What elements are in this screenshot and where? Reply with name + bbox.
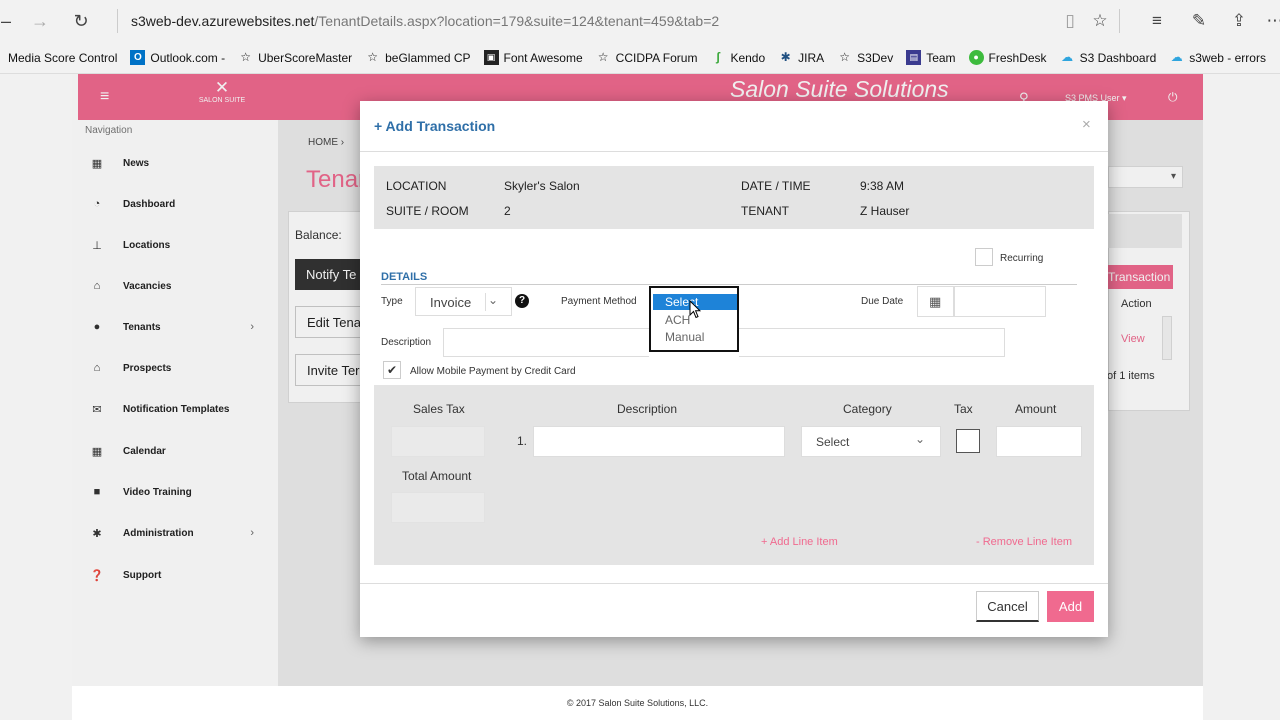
favorite-star-icon[interactable]: ☆	[1088, 9, 1112, 33]
suite-value: 2	[504, 204, 511, 218]
help-icon[interactable]: ?	[515, 294, 529, 308]
cloud-icon: ☁	[1061, 50, 1074, 64]
fav-team[interactable]: ▤ Team	[906, 50, 956, 65]
tax-header: Tax	[954, 402, 973, 416]
fav-s3web-errors[interactable]: ☁ s3web - errors	[1169, 50, 1266, 65]
allow-mobile-payment-label: Allow Mobile Payment by Credit Card	[410, 366, 576, 377]
fav-freshdesk[interactable]: ● FreshDesk	[968, 50, 1047, 65]
suite-label: SUITE / ROOM	[386, 204, 469, 218]
favorites-bar: Media Score Control O Outlook.com - ☆ Uber…	[0, 42, 1280, 74]
chevron-down-icon: ⌄	[488, 293, 499, 307]
modal-header-divider	[360, 151, 1108, 152]
cancel-button[interactable]: Cancel	[976, 591, 1039, 622]
details-section-divider	[381, 284, 1077, 285]
sales-tax-header: Sales Tax	[413, 402, 465, 416]
type-select[interactable]: Invoice ⌄	[415, 287, 512, 316]
chevron-down-icon: ⌄	[915, 432, 926, 446]
recurring-checkbox[interactable]	[975, 248, 993, 266]
description-label: Description	[381, 337, 432, 348]
back-icon[interactable]: –	[0, 9, 18, 33]
calendar-icon: ▦	[929, 294, 942, 309]
amount-header: Amount	[1015, 402, 1057, 416]
fav-media-score[interactable]: Media Score Control	[8, 51, 117, 65]
amount-input[interactable]	[996, 426, 1082, 457]
cloud-icon: ☁	[1170, 50, 1183, 64]
toolbar-divider	[1119, 9, 1120, 33]
sales-tax-input	[391, 426, 485, 457]
due-date-label: Due Date	[861, 296, 904, 307]
fav-beglammed[interactable]: ☆ beGlammed CP	[365, 50, 470, 65]
tax-checkbox[interactable]	[956, 429, 980, 453]
line-item-number: 1.	[517, 434, 528, 448]
calendar-button[interactable]: ▦	[917, 286, 954, 317]
more-icon[interactable]: ⋯	[1263, 9, 1280, 33]
tenant-label: TENANT	[741, 204, 789, 218]
refresh-icon[interactable]: ↻	[69, 9, 93, 33]
add-button[interactable]: Add	[1047, 591, 1094, 622]
total-amount-input	[391, 492, 485, 523]
mouse-cursor-icon	[689, 300, 701, 319]
outlook-icon: O	[130, 50, 146, 65]
star-icon: ☆	[367, 50, 378, 64]
star-icon: ☆	[839, 50, 851, 64]
star-icon: ☆	[240, 50, 251, 64]
type-label: Type	[381, 296, 403, 307]
datetime-label: DATE / TIME	[741, 179, 811, 193]
add-line-item-link[interactable]: + Add Line Item	[761, 536, 838, 548]
forward-icon[interactable]: →	[28, 9, 52, 33]
remove-line-item-link[interactable]: - Remove Line Item	[976, 536, 1072, 548]
team-icon: ▤	[906, 50, 922, 65]
fav-uberscoremaster[interactable]: ☆ UberScoreMaster	[238, 50, 352, 65]
location-value: Skyler's Salon	[504, 179, 580, 193]
pen-icon[interactable]: ✎	[1187, 9, 1211, 33]
category-select[interactable]: Select ⌄	[801, 426, 941, 457]
details-section-label: DETAILS	[381, 271, 428, 283]
reading-view-icon[interactable]: ▯	[1058, 9, 1082, 33]
description-input[interactable]	[443, 328, 649, 357]
kendo-icon: ʃ	[715, 50, 720, 64]
payment-method-label: Payment Method	[561, 296, 637, 307]
payment-method-dropdown[interactable]: Select ACH Manual	[649, 286, 739, 352]
modal-footer-divider	[360, 583, 1108, 584]
share-icon[interactable]: ⇪	[1227, 9, 1251, 33]
fav-s3-dashboard[interactable]: ☁ S3 Dashboard	[1060, 50, 1156, 65]
modal-title: + Add Transaction	[374, 118, 496, 134]
flag-icon: ▣	[483, 50, 499, 65]
total-amount-label: Total Amount	[402, 469, 472, 483]
fav-ccidpa[interactable]: ☆ CCIDPA Forum	[596, 50, 698, 65]
description-input-right[interactable]	[739, 328, 1005, 357]
address-divider	[117, 9, 118, 33]
location-label: LOCATION	[386, 179, 447, 193]
close-icon[interactable]: ×	[1082, 116, 1091, 133]
line-item-description-input[interactable]	[533, 426, 785, 457]
star-icon: ☆	[597, 50, 609, 64]
payment-option-manual[interactable]: Manual	[653, 329, 737, 345]
url-field[interactable]: s3web-dev.azurewebsites.net/TenantDetail…	[131, 13, 719, 29]
fav-font-awesome[interactable]: ▣ Font Awesome	[483, 50, 583, 65]
freshdesk-icon: ●	[968, 50, 984, 65]
recurring-label: Recurring	[1000, 253, 1044, 264]
due-date-input[interactable]	[954, 286, 1046, 317]
category-header: Category	[843, 402, 892, 416]
fav-jira[interactable]: ✱ JIRA	[778, 50, 825, 65]
description-header: Description	[617, 402, 678, 416]
tenant-value: Z Hauser	[860, 204, 910, 218]
allow-mobile-payment-checkbox[interactable]: ✔	[383, 361, 401, 379]
fav-s3dev[interactable]: ☆ S3Dev	[837, 50, 893, 65]
fav-outlook[interactable]: O Outlook.com -	[130, 50, 225, 65]
datetime-value: 9:38 AM	[860, 179, 905, 193]
jira-icon: ✱	[780, 50, 791, 64]
transaction-info-panel	[374, 166, 1094, 229]
footer-copyright: © 2017 Salon Suite Solutions, LLC.	[72, 686, 1203, 720]
hub-icon[interactable]: ≡	[1145, 9, 1169, 33]
fav-kendo[interactable]: ʃ Kendo	[710, 50, 765, 65]
